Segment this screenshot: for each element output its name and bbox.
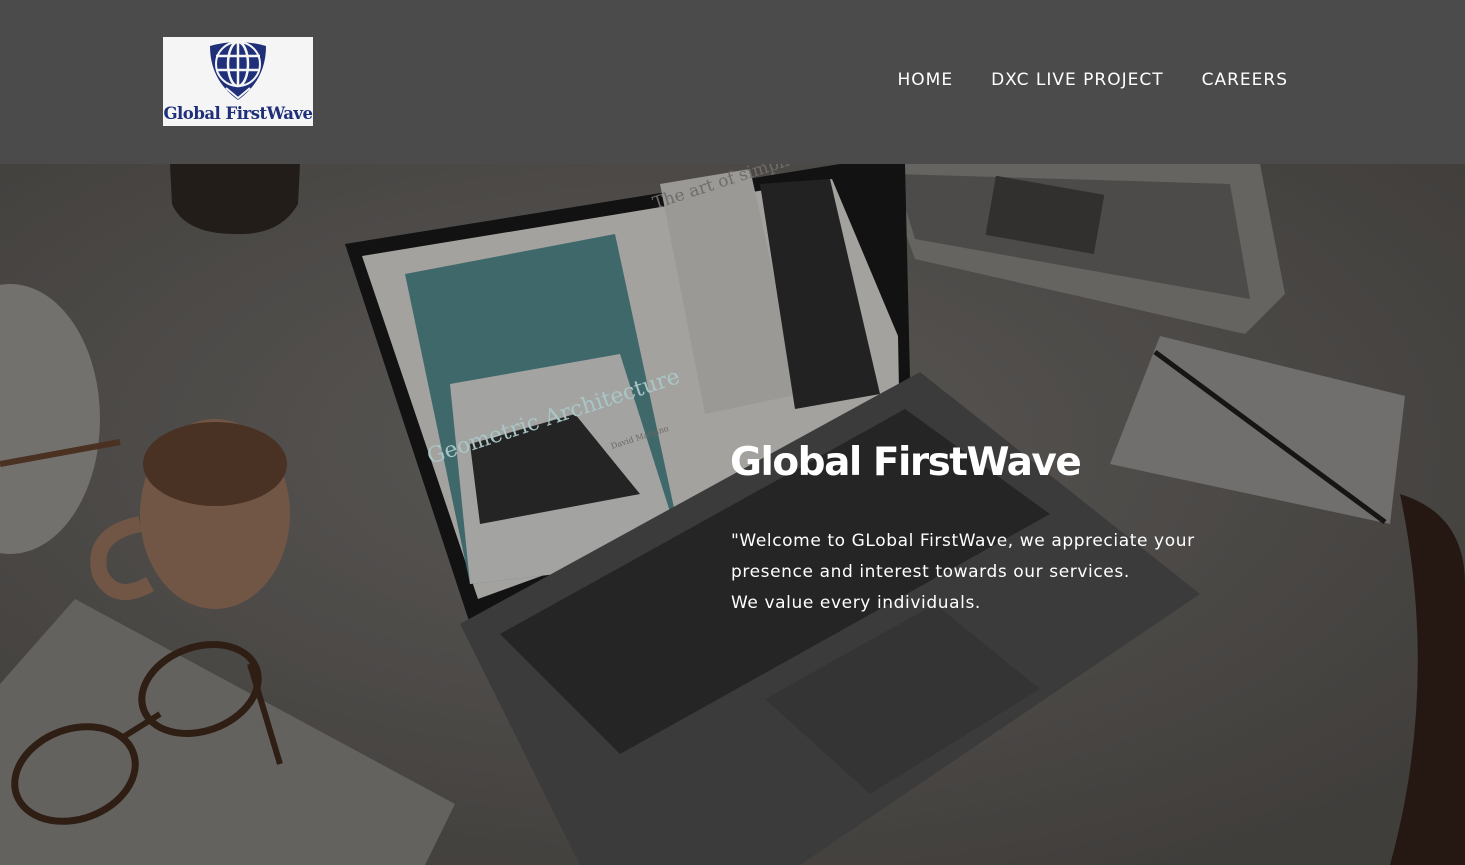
hero-text-line: We value every individuals. bbox=[731, 593, 981, 613]
main-nav: HOME DXC LIVE PROJECT CAREERS bbox=[898, 68, 1288, 92]
site-header: Global FirstWave HOME DXC LIVE PROJECT C… bbox=[0, 0, 1465, 164]
nav-home[interactable]: HOME bbox=[898, 68, 954, 92]
hero-welcome-text: "Welcome to GLobal FirstWave, we appreci… bbox=[731, 526, 1291, 619]
globe-shield-icon bbox=[210, 40, 266, 100]
hero-title: Global FirstWave bbox=[730, 440, 1082, 485]
hero-text-line: "Welcome to GLobal FirstWave, we appreci… bbox=[731, 531, 1195, 551]
nav-dxc-live-project[interactable]: DXC LIVE PROJECT bbox=[991, 68, 1164, 92]
site-logo[interactable]: Global FirstWave bbox=[163, 37, 313, 126]
hero-background-image: Geometric Architecture The art of simpli… bbox=[0, 164, 1465, 865]
nav-careers[interactable]: CAREERS bbox=[1202, 68, 1288, 92]
hero-section: Geometric Architecture The art of simpli… bbox=[0, 164, 1465, 865]
logo-text: Global FirstWave bbox=[163, 104, 313, 123]
hero-text-line: presence and interest towards our servic… bbox=[731, 562, 1130, 582]
